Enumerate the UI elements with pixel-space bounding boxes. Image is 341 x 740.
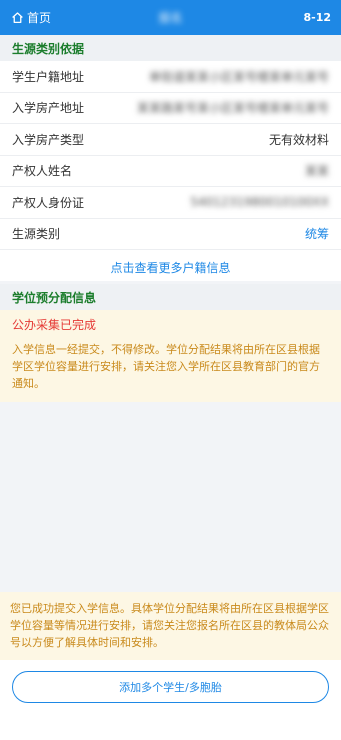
date-label: 8-12: [303, 11, 331, 24]
info-label: 生源类别: [12, 227, 61, 242]
home-button[interactable]: 首页: [11, 9, 51, 26]
info-row: 产权人姓名 某某: [0, 156, 341, 187]
info-label: 产权人姓名: [12, 164, 73, 179]
submission-notice: 您已成功提交入学信息。具体学位分配结果将由所在区县根据学区学位容量等情况进行安排…: [0, 592, 341, 660]
source-section-heading: 生源类别依据: [0, 35, 341, 61]
allocation-section-heading: 学位预分配信息: [0, 284, 341, 310]
info-value: 某某路某号某小区某号楼某单元某号: [136, 101, 329, 116]
add-students-button[interactable]: 添加多个学生/多胞胎: [12, 671, 329, 703]
allocation-notice-text: 入学信息一经提交，不得修改。学位分配结果将由所在区县根据学区学位容量进行安排，请…: [12, 343, 320, 390]
more-household-info-link[interactable]: 点击查看更多户籍信息: [0, 253, 341, 281]
bottom-action-area: 添加多个学生/多胞胎: [0, 660, 341, 740]
info-row: 入学房产地址 某某路某号某小区某号楼某单元某号: [0, 93, 341, 124]
info-value: 某某: [304, 164, 329, 179]
top-bar: 首页 报名 8-12: [0, 0, 341, 35]
home-icon: [12, 12, 23, 24]
info-row: 生源类别 统筹: [0, 219, 341, 250]
info-value: 5401231980010100XX: [190, 195, 329, 210]
info-row: 入学房产类型 无有效材料: [0, 124, 341, 156]
home-label: 首页: [27, 11, 52, 25]
info-value: 单街道某某小区某号楼某单元某号: [148, 69, 329, 84]
info-row: 学生户籍地址 单街道某某小区某号楼某单元某号: [0, 61, 341, 93]
info-label: 产权人身份证: [12, 195, 85, 210]
collection-status: 公办采集已完成: [12, 318, 97, 332]
info-label: 学生户籍地址: [12, 69, 85, 84]
info-label: 入学房产类型: [12, 132, 85, 147]
info-label: 入学房产地址: [12, 101, 85, 116]
page-title: 报名: [158, 11, 183, 25]
source-info-list: 学生户籍地址 单街道某某小区某号楼某单元某号 入学房产地址 某某路某号某小区某号…: [0, 61, 341, 281]
allocation-notice: 公办采集已完成 入学信息一经提交，不得修改。学位分配结果将由所在区县根据学区学位…: [0, 310, 341, 402]
info-value: 无有效材料: [268, 132, 329, 147]
info-row: 产权人身份证 5401231980010100XX: [0, 187, 341, 219]
source-category-link[interactable]: 统筹: [305, 225, 329, 242]
